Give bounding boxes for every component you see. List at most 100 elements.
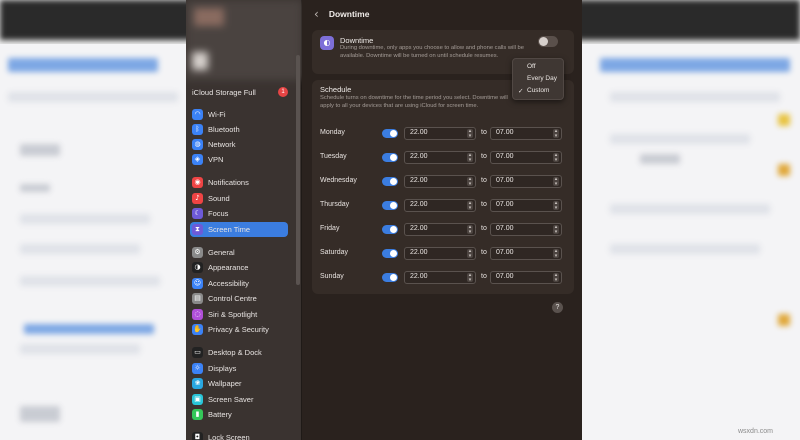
appearance-icon: ◑ (192, 262, 203, 273)
sidebar-item-label: Notifications (208, 178, 249, 187)
time-stepper[interactable]: ▴ ▾ (467, 225, 473, 234)
accessibility-icon: ☺ (192, 278, 203, 289)
to-time-field[interactable]: 07.00 ▴ ▾ (490, 151, 562, 164)
from-time-value: 22.00 (410, 153, 428, 160)
schedule-row-monday: Monday 22.00 ▴ ▾ to 07.00 ▴ ▾ (312, 125, 574, 143)
time-stepper[interactable]: ▴ ▾ (553, 153, 559, 162)
bluetooth-icon: ᛒ (192, 124, 203, 135)
to-label: to (481, 129, 487, 136)
vpn-icon: ◈ (192, 154, 203, 165)
sidebar-item-network[interactable]: ◍ Network (190, 137, 288, 152)
to-time-field[interactable]: 07.00 ▴ ▾ (490, 175, 562, 188)
from-time-field[interactable]: 22.00 ▴ ▾ (404, 127, 476, 140)
watermark: wsxdn.com (738, 428, 774, 435)
sidebar-item-battery[interactable]: ▮ Battery (190, 407, 288, 422)
menu-option-every-day[interactable]: Every Day (513, 73, 563, 85)
day-toggle[interactable] (382, 177, 398, 186)
from-time-value: 22.00 (410, 249, 428, 256)
menu-option-custom[interactable]: ✓ Custom (513, 85, 563, 97)
time-stepper[interactable]: ▴ ▾ (467, 129, 473, 138)
time-stepper[interactable]: ▴ ▾ (553, 129, 559, 138)
sidebar: iCloud Storage Full 1 ◠ Wi-Fi ᛒ Bluetooth ◍ N… (186, 0, 302, 440)
sidebar-item-focus[interactable]: ☾ Focus (190, 206, 288, 221)
sidebar-item-label: Accessibility (208, 279, 249, 288)
hand-icon: ✋ (192, 324, 203, 335)
time-stepper[interactable]: ▴ ▾ (467, 249, 473, 258)
sidebar-item-appearance[interactable]: ◑ Appearance (190, 260, 288, 275)
back-button[interactable]: ‹ (314, 7, 319, 21)
display-icon: ☼ (192, 363, 203, 374)
time-stepper[interactable]: ▴ ▾ (467, 273, 473, 282)
sidebar-item-sound[interactable]: ♪ Sound (190, 191, 288, 206)
titlebar: ‹ Downtime (302, 0, 582, 28)
from-time-field[interactable]: 22.00 ▴ ▾ (404, 271, 476, 284)
sidebar-item-wallpaper[interactable]: ❀ Wallpaper (190, 376, 288, 391)
from-time-field[interactable]: 22.00 ▴ ▾ (404, 247, 476, 260)
day-toggle[interactable] (382, 201, 398, 210)
time-stepper[interactable]: ▴ ▾ (553, 201, 559, 210)
moon-icon: ☾ (192, 208, 203, 219)
day-label: Wednesday (320, 177, 357, 184)
to-time-field[interactable]: 07.00 ▴ ▾ (490, 247, 562, 260)
sidebar-scrollbar[interactable] (296, 55, 300, 285)
time-stepper[interactable]: ▴ ▾ (467, 177, 473, 186)
icloud-storage-full-row[interactable]: iCloud Storage Full 1 (192, 85, 288, 99)
day-toggle[interactable] (382, 129, 398, 138)
sidebar-item-displays[interactable]: ☼ Displays (190, 361, 288, 376)
sidebar-item-privacy-security[interactable]: ✋ Privacy & Security (190, 322, 288, 337)
help-button[interactable]: ? (552, 302, 563, 313)
sidebar-item-notifications[interactable]: ◉ Notifications (190, 175, 288, 190)
siri-icon: ◌ (192, 309, 203, 320)
day-label: Tuesday (320, 153, 347, 160)
to-time-field[interactable]: 07.00 ▴ ▾ (490, 127, 562, 140)
downtime-icon: ◐ (320, 36, 334, 50)
day-toggle[interactable] (382, 249, 398, 258)
schedule-dropdown-menu: Off Every Day ✓ Custom (512, 58, 564, 100)
sidebar-item-accessibility[interactable]: ☺ Accessibility (190, 276, 288, 291)
to-label: to (481, 273, 487, 280)
to-time-field[interactable]: 07.00 ▴ ▾ (490, 223, 562, 236)
from-time-field[interactable]: 22.00 ▴ ▾ (404, 151, 476, 164)
sidebar-item-desktop-dock[interactable]: ▭ Desktop & Dock (190, 345, 288, 360)
to-label: to (481, 225, 487, 232)
from-time-field[interactable]: 22.00 ▴ ▾ (404, 223, 476, 236)
sidebar-item-lock-screen[interactable]: ◘ Lock Screen (190, 430, 288, 440)
sidebar-item-bluetooth[interactable]: ᛒ Bluetooth (190, 122, 288, 137)
time-stepper[interactable]: ▴ ▾ (553, 273, 559, 282)
wifi-icon: ◠ (192, 109, 203, 120)
sidebar-item-siri-spotlight[interactable]: ◌ Siri & Spotlight (190, 307, 288, 322)
globe-icon: ◍ (192, 139, 203, 150)
user-account-area[interactable] (186, 0, 302, 80)
to-time-field[interactable]: 07.00 ▴ ▾ (490, 199, 562, 212)
time-stepper[interactable]: ▴ ▾ (553, 249, 559, 258)
schedule-title: Schedule (320, 85, 352, 94)
sidebar-item-label: Bluetooth (208, 125, 240, 134)
day-toggle[interactable] (382, 153, 398, 162)
time-stepper[interactable]: ▴ ▾ (467, 153, 473, 162)
schedule-card: Schedule Schedule turns on downtime for … (312, 80, 574, 294)
to-time-value: 07.00 (496, 249, 514, 256)
downtime-toggle[interactable] (538, 36, 558, 47)
menu-option-off[interactable]: Off (513, 61, 563, 73)
from-time-field[interactable]: 22.00 ▴ ▾ (404, 175, 476, 188)
battery-icon: ▮ (192, 409, 203, 420)
sidebar-item-general[interactable]: ⚙ General (190, 245, 288, 260)
bell-icon: ◉ (192, 177, 203, 188)
time-stepper[interactable]: ▴ ▾ (553, 225, 559, 234)
wallpaper-icon: ❀ (192, 378, 203, 389)
time-stepper[interactable]: ▴ ▾ (553, 177, 559, 186)
day-toggle[interactable] (382, 273, 398, 282)
schedule-row-saturday: Saturday 22.00 ▴ ▾ to 07.00 ▴ ▾ (312, 245, 574, 263)
day-toggle[interactable] (382, 225, 398, 234)
to-time-value: 07.00 (496, 273, 514, 280)
to-time-field[interactable]: 07.00 ▴ ▾ (490, 271, 562, 284)
from-time-field[interactable]: 22.00 ▴ ▾ (404, 199, 476, 212)
to-time-value: 07.00 (496, 177, 514, 184)
sidebar-item-label: Wallpaper (208, 379, 242, 388)
sidebar-item-control-centre[interactable]: ▤ Control Centre (190, 291, 288, 306)
sidebar-item-wi-fi[interactable]: ◠ Wi-Fi (190, 107, 288, 122)
sidebar-item-screen-saver[interactable]: ▣ Screen Saver (190, 392, 288, 407)
sidebar-item-vpn[interactable]: ◈ VPN (190, 152, 288, 167)
sidebar-item-screen-time[interactable]: ⧗ Screen Time (190, 222, 288, 237)
time-stepper[interactable]: ▴ ▾ (467, 201, 473, 210)
